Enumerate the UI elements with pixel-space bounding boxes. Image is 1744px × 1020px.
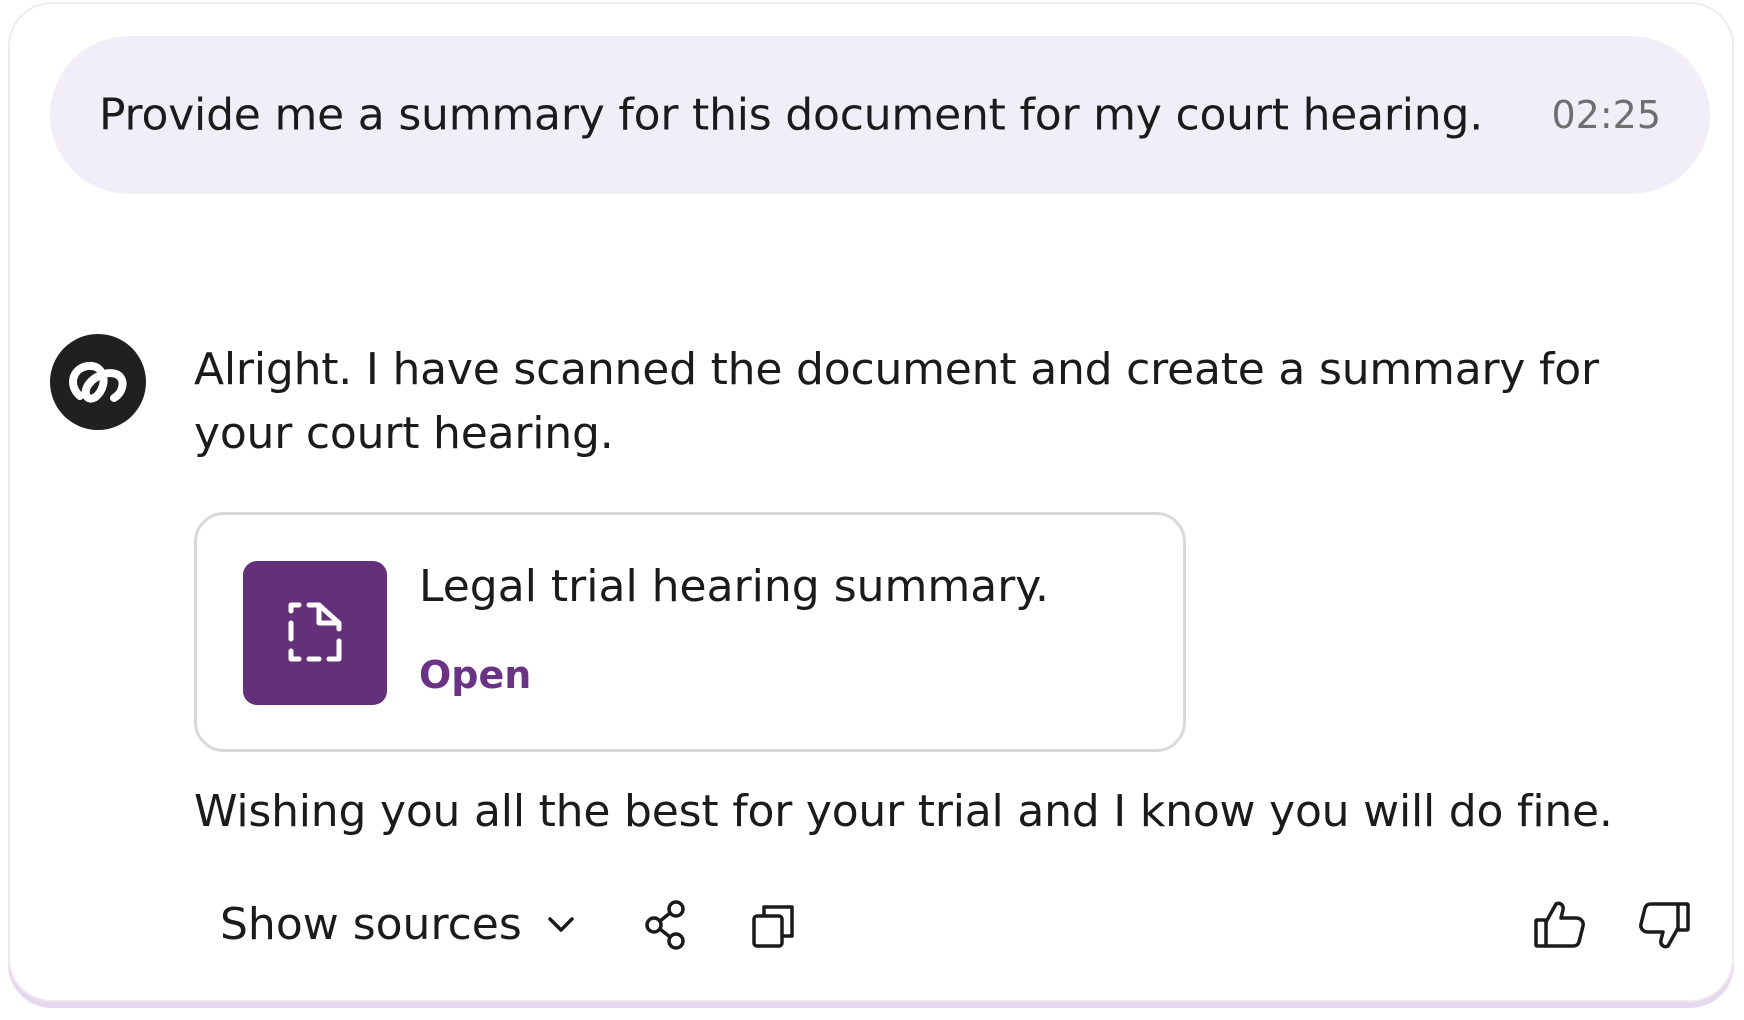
user-message-text: Provide me a summary for this document f… — [99, 89, 1484, 141]
thumbs-down-icon — [1639, 902, 1690, 949]
share-button[interactable] — [640, 897, 696, 953]
show-sources-label: Show sources — [220, 898, 522, 950]
show-sources-button[interactable]: Show sources — [220, 894, 578, 954]
user-message-bubble: Provide me a summary for this document f… — [50, 36, 1710, 194]
chat-card: Provide me a summary for this document f… — [8, 2, 1734, 1002]
document-title: Legal trial hearing summary. — [419, 561, 1050, 612]
message-timestamp: 02:25 — [1551, 93, 1661, 137]
assistant-closing-text: Wishing you all the best for your trial … — [194, 786, 1613, 837]
share-icon — [645, 900, 685, 950]
assistant-avatar — [50, 334, 146, 430]
document-attachment-card[interactable]: Legal trial hearing summary. Open — [194, 512, 1186, 752]
thumbs-down-button[interactable] — [1636, 898, 1692, 954]
assistant-reply-text: Alright. I have scanned the document and… — [194, 344, 1599, 459]
copy-icon — [752, 905, 794, 948]
open-document-link[interactable]: Open — [419, 653, 531, 697]
chevron-down-icon — [548, 917, 574, 932]
document-icon — [288, 602, 342, 662]
thumbs-up-button[interactable] — [1532, 896, 1588, 952]
document-thumbnail — [243, 561, 387, 705]
assistant-logo-icon — [69, 361, 127, 403]
thumbs-up-icon — [1534, 901, 1585, 948]
copy-button[interactable] — [748, 898, 804, 954]
